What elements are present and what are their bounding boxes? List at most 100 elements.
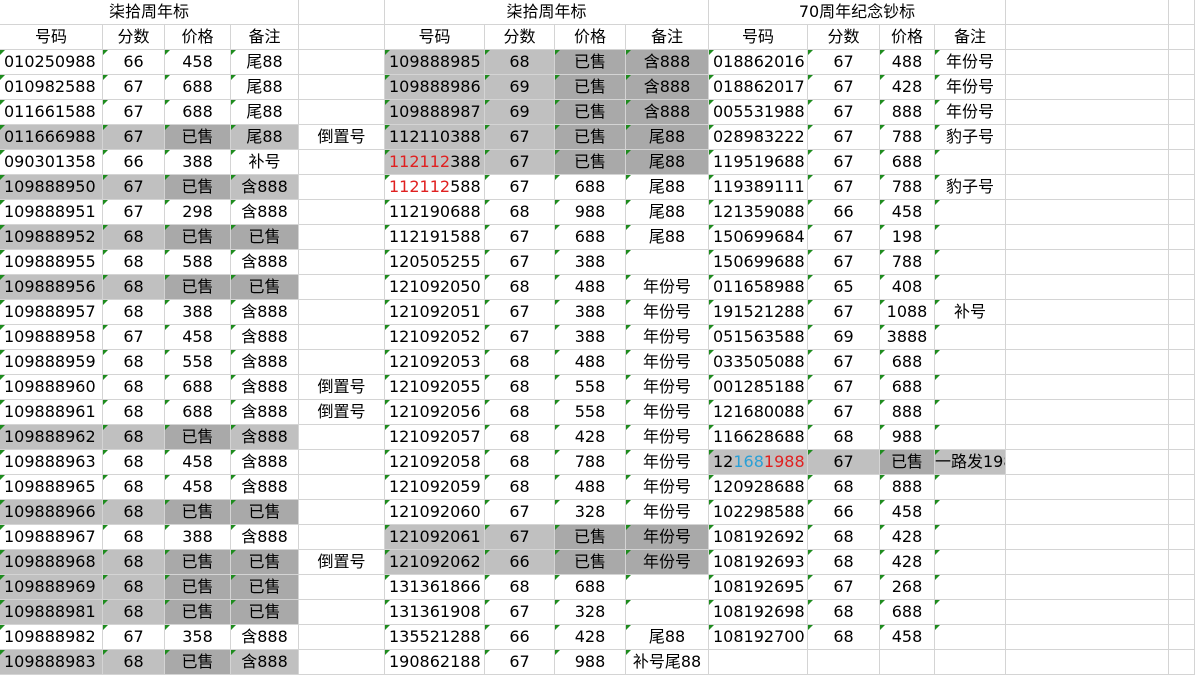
note-cell[interactable] [935,200,1006,225]
price-cell[interactable]: 388 [165,300,231,325]
serial-number-cell[interactable]: 121359088 [709,200,808,225]
serial-number-cell[interactable]: 051563588 [709,325,808,350]
note-cell[interactable] [626,575,709,600]
price-cell[interactable]: 788 [880,125,935,150]
score-cell[interactable]: 68 [103,300,165,325]
serial-number-cell[interactable]: 109888961 [0,400,103,425]
score-cell[interactable]: 67 [103,125,165,150]
serial-number-cell[interactable]: 109888981 [0,600,103,625]
serial-number-cell[interactable]: 010250988 [0,50,103,75]
extra-note-cell[interactable] [299,600,385,625]
serial-number-cell[interactable]: 108192700 [709,625,808,650]
score-cell[interactable]: 68 [808,525,880,550]
note-cell[interactable] [935,600,1006,625]
price-cell[interactable]: 458 [165,475,231,500]
serial-number-cell[interactable]: 005531988 [709,100,808,125]
note-cell[interactable]: 年份号 [626,475,709,500]
note-cell[interactable]: 年份号 [935,100,1006,125]
serial-number-cell[interactable]: 121092061 [385,525,485,550]
empty-cell[interactable] [1169,625,1195,650]
note-cell[interactable]: 含888 [231,175,299,200]
note-cell[interactable] [935,350,1006,375]
column-header[interactable]: 分数 [103,25,165,50]
serial-number-cell[interactable]: 109888967 [0,525,103,550]
price-cell[interactable]: 688 [555,225,626,250]
note-cell[interactable]: 含888 [231,350,299,375]
price-cell[interactable]: 488 [880,50,935,75]
extra-note-cell[interactable]: 倒置号 [299,400,385,425]
empty-cell[interactable] [880,650,935,675]
price-cell[interactable]: 388 [555,325,626,350]
empty-cell[interactable] [1169,650,1195,675]
serial-number-cell[interactable]: 090301358 [0,150,103,175]
extra-note-cell[interactable] [299,200,385,225]
price-cell[interactable]: 388 [165,525,231,550]
serial-number-cell[interactable]: 108192692 [709,525,808,550]
extra-note-cell[interactable] [299,425,385,450]
price-cell[interactable]: 688 [555,175,626,200]
price-cell[interactable]: 3888 [880,325,935,350]
price-cell[interactable]: 988 [880,425,935,450]
score-cell[interactable]: 68 [485,50,555,75]
score-cell[interactable]: 68 [485,400,555,425]
extra-note-cell[interactable] [299,650,385,675]
price-cell[interactable]: 888 [880,100,935,125]
price-cell[interactable]: 588 [165,250,231,275]
empty-cell[interactable] [808,650,880,675]
score-cell[interactable]: 68 [485,450,555,475]
column-header[interactable]: 分数 [808,25,880,50]
empty-cell[interactable] [1169,400,1195,425]
score-cell[interactable]: 69 [485,75,555,100]
serial-number-cell[interactable]: 121681988 [709,450,808,475]
price-cell[interactable]: 458 [880,200,935,225]
note-cell[interactable] [935,250,1006,275]
note-cell[interactable]: 含888 [231,325,299,350]
serial-number-cell[interactable]: 108192695 [709,575,808,600]
note-cell[interactable]: 年份号 [626,325,709,350]
price-cell[interactable]: 358 [165,625,231,650]
price-cell[interactable]: 已售 [555,150,626,175]
note-cell[interactable]: 尾88 [231,125,299,150]
score-cell[interactable]: 66 [808,500,880,525]
empty-cell[interactable] [1169,375,1195,400]
score-cell[interactable]: 68 [808,600,880,625]
serial-number-cell[interactable]: 190862188 [385,650,485,675]
score-cell[interactable]: 67 [808,300,880,325]
note-cell[interactable] [935,325,1006,350]
table-title[interactable]: 70周年纪念钞标 [709,0,1006,25]
column-header[interactable]: 分数 [485,25,555,50]
serial-number-cell[interactable]: 135521288 [385,625,485,650]
table-title[interactable]: 柒拾周年标 [0,0,299,25]
price-cell[interactable]: 788 [880,250,935,275]
serial-number-cell[interactable]: 150699688 [709,250,808,275]
price-cell[interactable]: 已售 [165,275,231,300]
price-cell[interactable]: 已售 [555,75,626,100]
note-cell[interactable]: 含888 [231,625,299,650]
serial-number-cell[interactable]: 109888960 [0,375,103,400]
serial-number-cell[interactable]: 109888983 [0,650,103,675]
score-cell[interactable]: 66 [808,200,880,225]
extra-note-cell[interactable] [299,100,385,125]
note-cell[interactable]: 年份号 [935,75,1006,100]
empty-cell[interactable] [1006,200,1169,225]
empty-cell[interactable] [1006,175,1169,200]
empty-cell[interactable] [1006,325,1169,350]
note-cell[interactable]: 补号 [935,300,1006,325]
price-cell[interactable]: 888 [880,400,935,425]
empty-cell[interactable] [1006,525,1169,550]
price-cell[interactable]: 558 [555,375,626,400]
note-cell[interactable]: 年份号 [626,400,709,425]
note-cell[interactable]: 一路发1988 [935,450,1006,475]
price-cell[interactable]: 688 [165,375,231,400]
extra-note-cell[interactable] [299,475,385,500]
note-cell[interactable]: 豹子号 [935,125,1006,150]
note-cell[interactable]: 含888 [231,250,299,275]
score-cell[interactable]: 68 [103,375,165,400]
score-cell[interactable]: 68 [103,225,165,250]
serial-number-cell[interactable]: 120928688 [709,475,808,500]
score-cell[interactable]: 67 [103,325,165,350]
serial-number-cell[interactable]: 109888986 [385,75,485,100]
score-cell[interactable]: 68 [485,425,555,450]
extra-note-cell[interactable] [299,50,385,75]
empty-cell[interactable] [1169,525,1195,550]
